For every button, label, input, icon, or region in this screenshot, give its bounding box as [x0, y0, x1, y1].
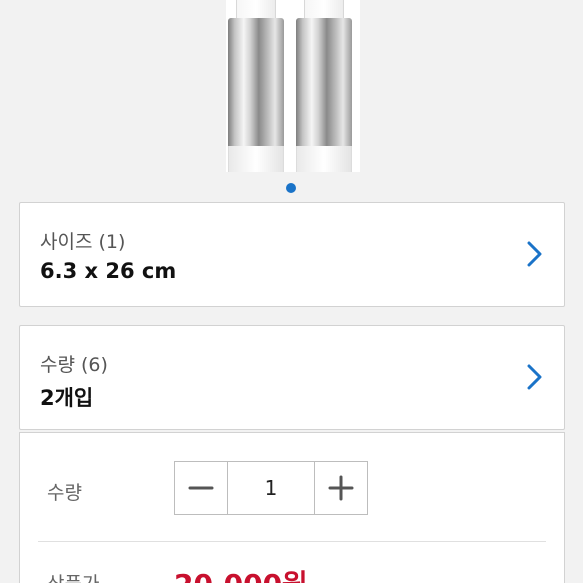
quantity-option-value: 2개입	[40, 386, 94, 410]
price-label: 상품가	[47, 569, 99, 583]
minus-icon	[188, 486, 214, 490]
increase-quantity-button[interactable]	[314, 462, 367, 514]
carousel-dot-active[interactable]	[286, 183, 296, 193]
plus-icon	[328, 475, 354, 501]
chevron-right-icon	[527, 364, 542, 390]
decrease-quantity-button[interactable]	[175, 462, 228, 514]
product-photo	[226, 0, 360, 172]
quantity-input[interactable]: 1	[228, 462, 314, 514]
quantity-stepper: 1	[174, 461, 368, 515]
chevron-right-icon	[527, 241, 542, 267]
divider	[38, 541, 546, 542]
price-value: 20,000원	[174, 563, 308, 583]
quantity-option-card[interactable]: 수량 (6) 2개입	[19, 325, 565, 430]
product-image-carousel[interactable]	[0, 0, 583, 182]
quantity-label: 수량	[47, 482, 82, 504]
size-option-card[interactable]: 사이즈 (1) 6.3 x 26 cm	[19, 202, 565, 307]
size-option-label: 사이즈 (1)	[40, 231, 126, 253]
quantity-option-label: 수량 (6)	[40, 354, 108, 376]
quantity-section: 수량 1 상품가 20,000원	[19, 432, 565, 583]
size-option-value: 6.3 x 26 cm	[40, 259, 177, 283]
